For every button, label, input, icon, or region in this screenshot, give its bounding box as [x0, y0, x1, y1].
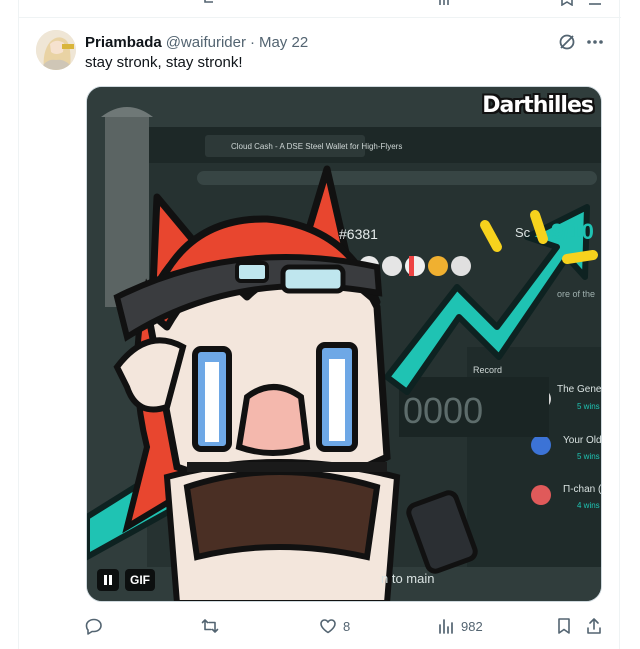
scene-list-item-2: Your Old F	[563, 435, 602, 446]
tweet-action-bar: 8 982	[85, 612, 605, 640]
scene-bottom-text: n to main	[381, 571, 434, 586]
bookmark-button[interactable]	[555, 612, 573, 640]
repost-icon[interactable]	[202, 0, 218, 6]
separator-dot: ·	[249, 33, 255, 51]
scene-browser-tab: Cloud Cash - A DSE Steel Wallet for High…	[231, 142, 402, 151]
views-count: 982	[461, 618, 483, 634]
share-icon	[587, 618, 601, 634]
gif-scene: Cloud Cash - A DSE Steel Wallet for High…	[87, 87, 602, 601]
like-count: 8	[343, 618, 351, 634]
repost-icon	[201, 619, 219, 633]
bookmark-icon[interactable]	[559, 0, 575, 6]
reply-button[interactable]	[85, 612, 109, 640]
tweet-header: Priambada @waifurider · May 22	[85, 32, 308, 52]
scene-list-item-1-sub: 5 wins	[577, 402, 600, 411]
scene-token-id: #6381	[339, 226, 378, 242]
gif-media[interactable]: Cloud Cash - A DSE Steel Wallet for High…	[86, 86, 602, 602]
repost-button[interactable]	[201, 612, 225, 640]
gif-controls: GIF	[97, 569, 155, 591]
gif-watermark: Darthilles	[482, 93, 594, 118]
reply-icon	[85, 618, 102, 635]
like-button[interactable]: 8	[319, 612, 350, 640]
author-handle[interactable]: @waifurider	[166, 34, 246, 51]
views-icon[interactable]	[437, 0, 453, 6]
scene-list-item-2-sub: 5 wins	[577, 452, 600, 461]
heart-icon	[320, 619, 336, 634]
avatar[interactable]	[36, 30, 76, 70]
grok-icon[interactable]	[557, 32, 577, 52]
bookmark-icon	[558, 618, 570, 634]
share-button[interactable]	[585, 612, 603, 640]
gif-badge: GIF	[125, 569, 155, 591]
share-icon[interactable]	[587, 0, 603, 6]
scene-side-text: ore of the	[557, 289, 595, 299]
tweet-divider	[19, 17, 621, 18]
tweet-date[interactable]: May 22	[259, 34, 308, 51]
scene-big-number: 0000	[403, 390, 483, 431]
scene-list-item-3-sub: 4 wins	[577, 501, 600, 510]
avatar-image	[36, 30, 76, 70]
pause-icon[interactable]	[97, 569, 119, 591]
scene-list-item-1: The General	[557, 384, 602, 395]
scene-score-prefix: Sc	[515, 225, 531, 240]
scene-score: 9/10	[551, 219, 594, 244]
scene-list-item-3: Π-chan (u	[563, 484, 602, 495]
scene-record-label: Record	[473, 365, 502, 375]
views-icon	[439, 619, 453, 634]
previous-tweet-actions	[19, 0, 621, 12]
author-name[interactable]: Priambada	[85, 34, 162, 51]
views-button[interactable]: 982	[437, 612, 483, 640]
timeline-column: Priambada @waifurider · May 22 stay stro…	[18, 0, 621, 649]
more-icon[interactable]	[585, 32, 605, 52]
tweet-text: stay stronk, stay stronk!	[85, 54, 243, 71]
